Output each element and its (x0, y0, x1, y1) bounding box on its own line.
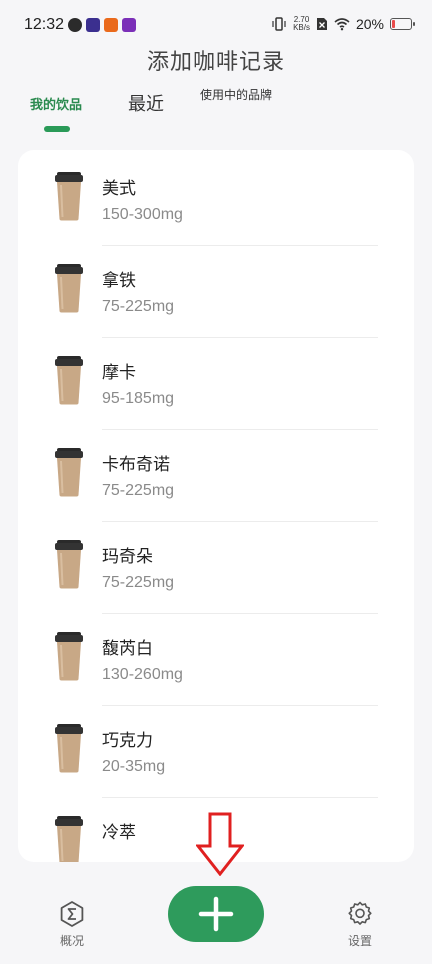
coffee-cup-icon (55, 724, 83, 773)
list-item[interactable]: 馥芮白 130-260mg (52, 614, 378, 706)
status-time: 12:32 (24, 16, 65, 33)
drink-name: 卡布奇诺 (102, 455, 170, 475)
tab-recent[interactable]: 最近 (118, 90, 174, 116)
caffeine-range: 75-225mg (102, 482, 175, 499)
sigma-icon (60, 901, 84, 927)
gear-icon (348, 901, 372, 925)
bottom-nav: 概况 设置 (0, 882, 432, 964)
wifi-icon (334, 18, 350, 31)
drink-name: 拿铁 (102, 271, 136, 291)
coffee-cup-icon (55, 540, 83, 589)
drink-name: 冷萃 (102, 823, 136, 843)
coffee-cup-icon (55, 356, 83, 405)
caffeine-range: 75-225mg (102, 574, 175, 591)
active-tab-indicator (44, 126, 70, 132)
coffee-cup-icon (55, 264, 83, 313)
nav-settings-label: 设置 (347, 934, 372, 948)
nav-settings[interactable]: 设置 (330, 900, 390, 949)
list-item[interactable]: 美式 150-300mg (52, 154, 378, 246)
tab-my-drinks[interactable]: 我的饮品 (20, 94, 92, 113)
drink-name: 巧克力 (102, 731, 153, 751)
coffee-cup-icon (55, 816, 83, 862)
list-item[interactable]: 巧克力 20-35mg (52, 706, 378, 798)
app-icon-4 (122, 18, 136, 32)
drink-name: 摩卡 (102, 363, 136, 383)
caffeine-range: 150-300mg (102, 206, 183, 223)
app-icon-1 (68, 18, 82, 32)
drink-name: 馥芮白 (102, 639, 153, 659)
status-right: 2.70 KB/s 20% (271, 16, 415, 32)
coffee-cup-icon (55, 172, 83, 221)
app-icon-3 (104, 18, 118, 32)
battery-percent: 20% (355, 16, 384, 32)
nav-overview[interactable]: 概况 (42, 900, 102, 949)
plus-icon (198, 896, 234, 932)
drink-list[interactable]: 美式 150-300mg 拿铁 75-225mg 摩卡 95-185mg 卡布奇… (18, 150, 414, 862)
caffeine-range: 75-225mg (102, 298, 175, 315)
add-record-button[interactable] (168, 886, 264, 942)
vibrate-icon (272, 17, 286, 31)
caffeine-range: 95-185mg (102, 390, 175, 407)
tab-bar: 我的饮品 最近 使用中的品牌 (0, 84, 432, 136)
page-title: 添加咖啡记录 (146, 50, 285, 75)
no-sim-icon (316, 18, 327, 30)
tab-brands-in-use[interactable]: 使用中的品牌 (196, 88, 276, 103)
net-speed-unit: KB/s (293, 23, 310, 32)
app-icon-2 (86, 18, 100, 32)
battery-fill (392, 20, 395, 28)
notification-app-icons (68, 18, 136, 32)
battery-icon (390, 18, 415, 30)
drink-name: 美式 (102, 179, 136, 199)
net-speed: 2.70 KB/s (293, 16, 310, 32)
list-item[interactable]: 卡布奇诺 75-225mg (52, 430, 378, 522)
caffeine-range: 20-35mg (102, 758, 166, 775)
list-item[interactable]: 玛奇朵 75-225mg (52, 522, 378, 614)
down-arrow-icon (196, 812, 244, 876)
drink-name: 玛奇朵 (102, 547, 153, 567)
list-item[interactable]: 拿铁 75-225mg (52, 246, 378, 338)
list-item[interactable]: 摩卡 95-185mg (52, 338, 378, 430)
coffee-cup-icon (55, 448, 83, 497)
nav-overview-label: 概况 (59, 934, 84, 948)
caffeine-range: 130-260mg (102, 666, 183, 683)
coffee-cup-icon (55, 632, 83, 681)
